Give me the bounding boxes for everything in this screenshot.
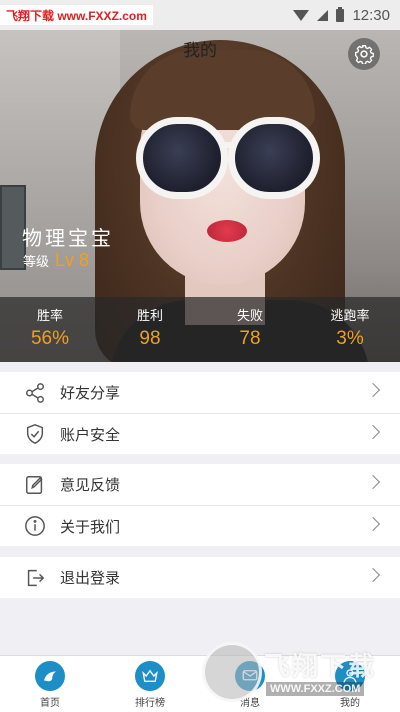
stat-label: 胜利 [136, 309, 163, 324]
shield-icon [24, 423, 46, 445]
message-icon [235, 661, 265, 691]
crown-icon [135, 661, 165, 691]
status-icons: 12:30 [293, 0, 390, 30]
menu-label: 退出登录 [60, 569, 121, 587]
menu-label: 账户安全 [60, 425, 121, 444]
stat-win-rate: 胜率 56% [0, 297, 100, 362]
stat-label: 逃跑率 [330, 309, 370, 324]
settings-button[interactable] [348, 38, 380, 70]
nav-label: 消息 [240, 698, 260, 709]
sunglasses-bridge [222, 142, 236, 148]
level-label: 等级 [23, 255, 50, 270]
nav-item-home[interactable]: 首页 [0, 656, 100, 712]
user-level: 等级 Lv 8 [23, 250, 89, 271]
watermark-text: 飞翔下载 www.FXXZ.com [0, 5, 153, 25]
stats-bar: 胜率 56% 胜利 98 失败 78 逃跑率 3% [0, 297, 400, 362]
chevron-right-icon [365, 424, 381, 440]
stat-escape-rate: 逃跑率 3% [300, 297, 400, 362]
stat-value: 78 [239, 328, 261, 349]
nav-label: 我的 [340, 698, 360, 709]
level-value: Lv 8 [55, 250, 90, 270]
sunglasses-left-lens [136, 117, 228, 199]
menu-label: 好友分享 [60, 384, 121, 402]
wifi-icon [293, 9, 310, 21]
chevron-right-icon [365, 516, 381, 532]
menu-label: 意见反馈 [60, 476, 121, 494]
menu-group-social: 好友分享 账户安全 [0, 372, 400, 454]
status-time: 12:30 [352, 6, 390, 24]
stat-wins: 胜利 98 [100, 297, 200, 362]
edit-icon [24, 474, 46, 496]
nav-item-messages[interactable]: 消息 [200, 656, 300, 712]
nav-item-ranking[interactable]: 排行榜 [100, 656, 200, 712]
home-icon [35, 661, 65, 691]
chevron-right-icon [365, 567, 381, 583]
profile-icon [335, 661, 365, 691]
chevron-right-icon [365, 474, 381, 490]
status-bar: 飞翔下载 www.FXXZ.com 12:30 [0, 0, 400, 30]
stat-label: 胜率 [36, 309, 63, 324]
battery-icon [336, 6, 345, 22]
nav-label: 排行榜 [135, 698, 165, 709]
stat-value: 56% [30, 328, 70, 349]
share-icon [24, 382, 46, 404]
menu-item-feedback[interactable]: 意见反馈 [0, 464, 400, 505]
stat-losses: 失败 78 [200, 297, 300, 362]
stat-label: 失败 [236, 309, 263, 324]
menu-item-about[interactable]: 关于我们 [0, 505, 400, 546]
signal-icon [317, 9, 329, 21]
menu-item-security[interactable]: 账户安全 [0, 413, 400, 454]
bottom-nav: 首页 排行榜 消息 我的 [0, 655, 400, 712]
chevron-right-icon [365, 382, 381, 398]
logout-icon [24, 567, 46, 589]
user-nickname: 物理宝宝 [22, 226, 114, 250]
nav-item-profile[interactable]: 我的 [300, 656, 400, 712]
page-title: 我的 [183, 41, 217, 61]
menu-group-support: 意见反馈 关于我们 [0, 464, 400, 546]
sunglasses-right-lens [228, 117, 320, 199]
photo-lips [207, 220, 247, 242]
profile-header: 我的 物理宝宝 等级 Lv 8 胜率 56% 胜利 98 失败 78 逃跑率 3… [0, 30, 400, 362]
menu-item-logout[interactable]: 退出登录 [0, 557, 400, 598]
gear-icon [355, 45, 374, 64]
stat-value: 98 [139, 328, 161, 349]
stat-value: 3% [336, 328, 364, 349]
menu-group-account: 退出登录 [0, 557, 400, 598]
info-icon [24, 515, 46, 537]
nav-label: 首页 [40, 698, 60, 709]
menu-label: 关于我们 [60, 517, 121, 536]
menu-item-share[interactable]: 好友分享 [0, 372, 400, 413]
